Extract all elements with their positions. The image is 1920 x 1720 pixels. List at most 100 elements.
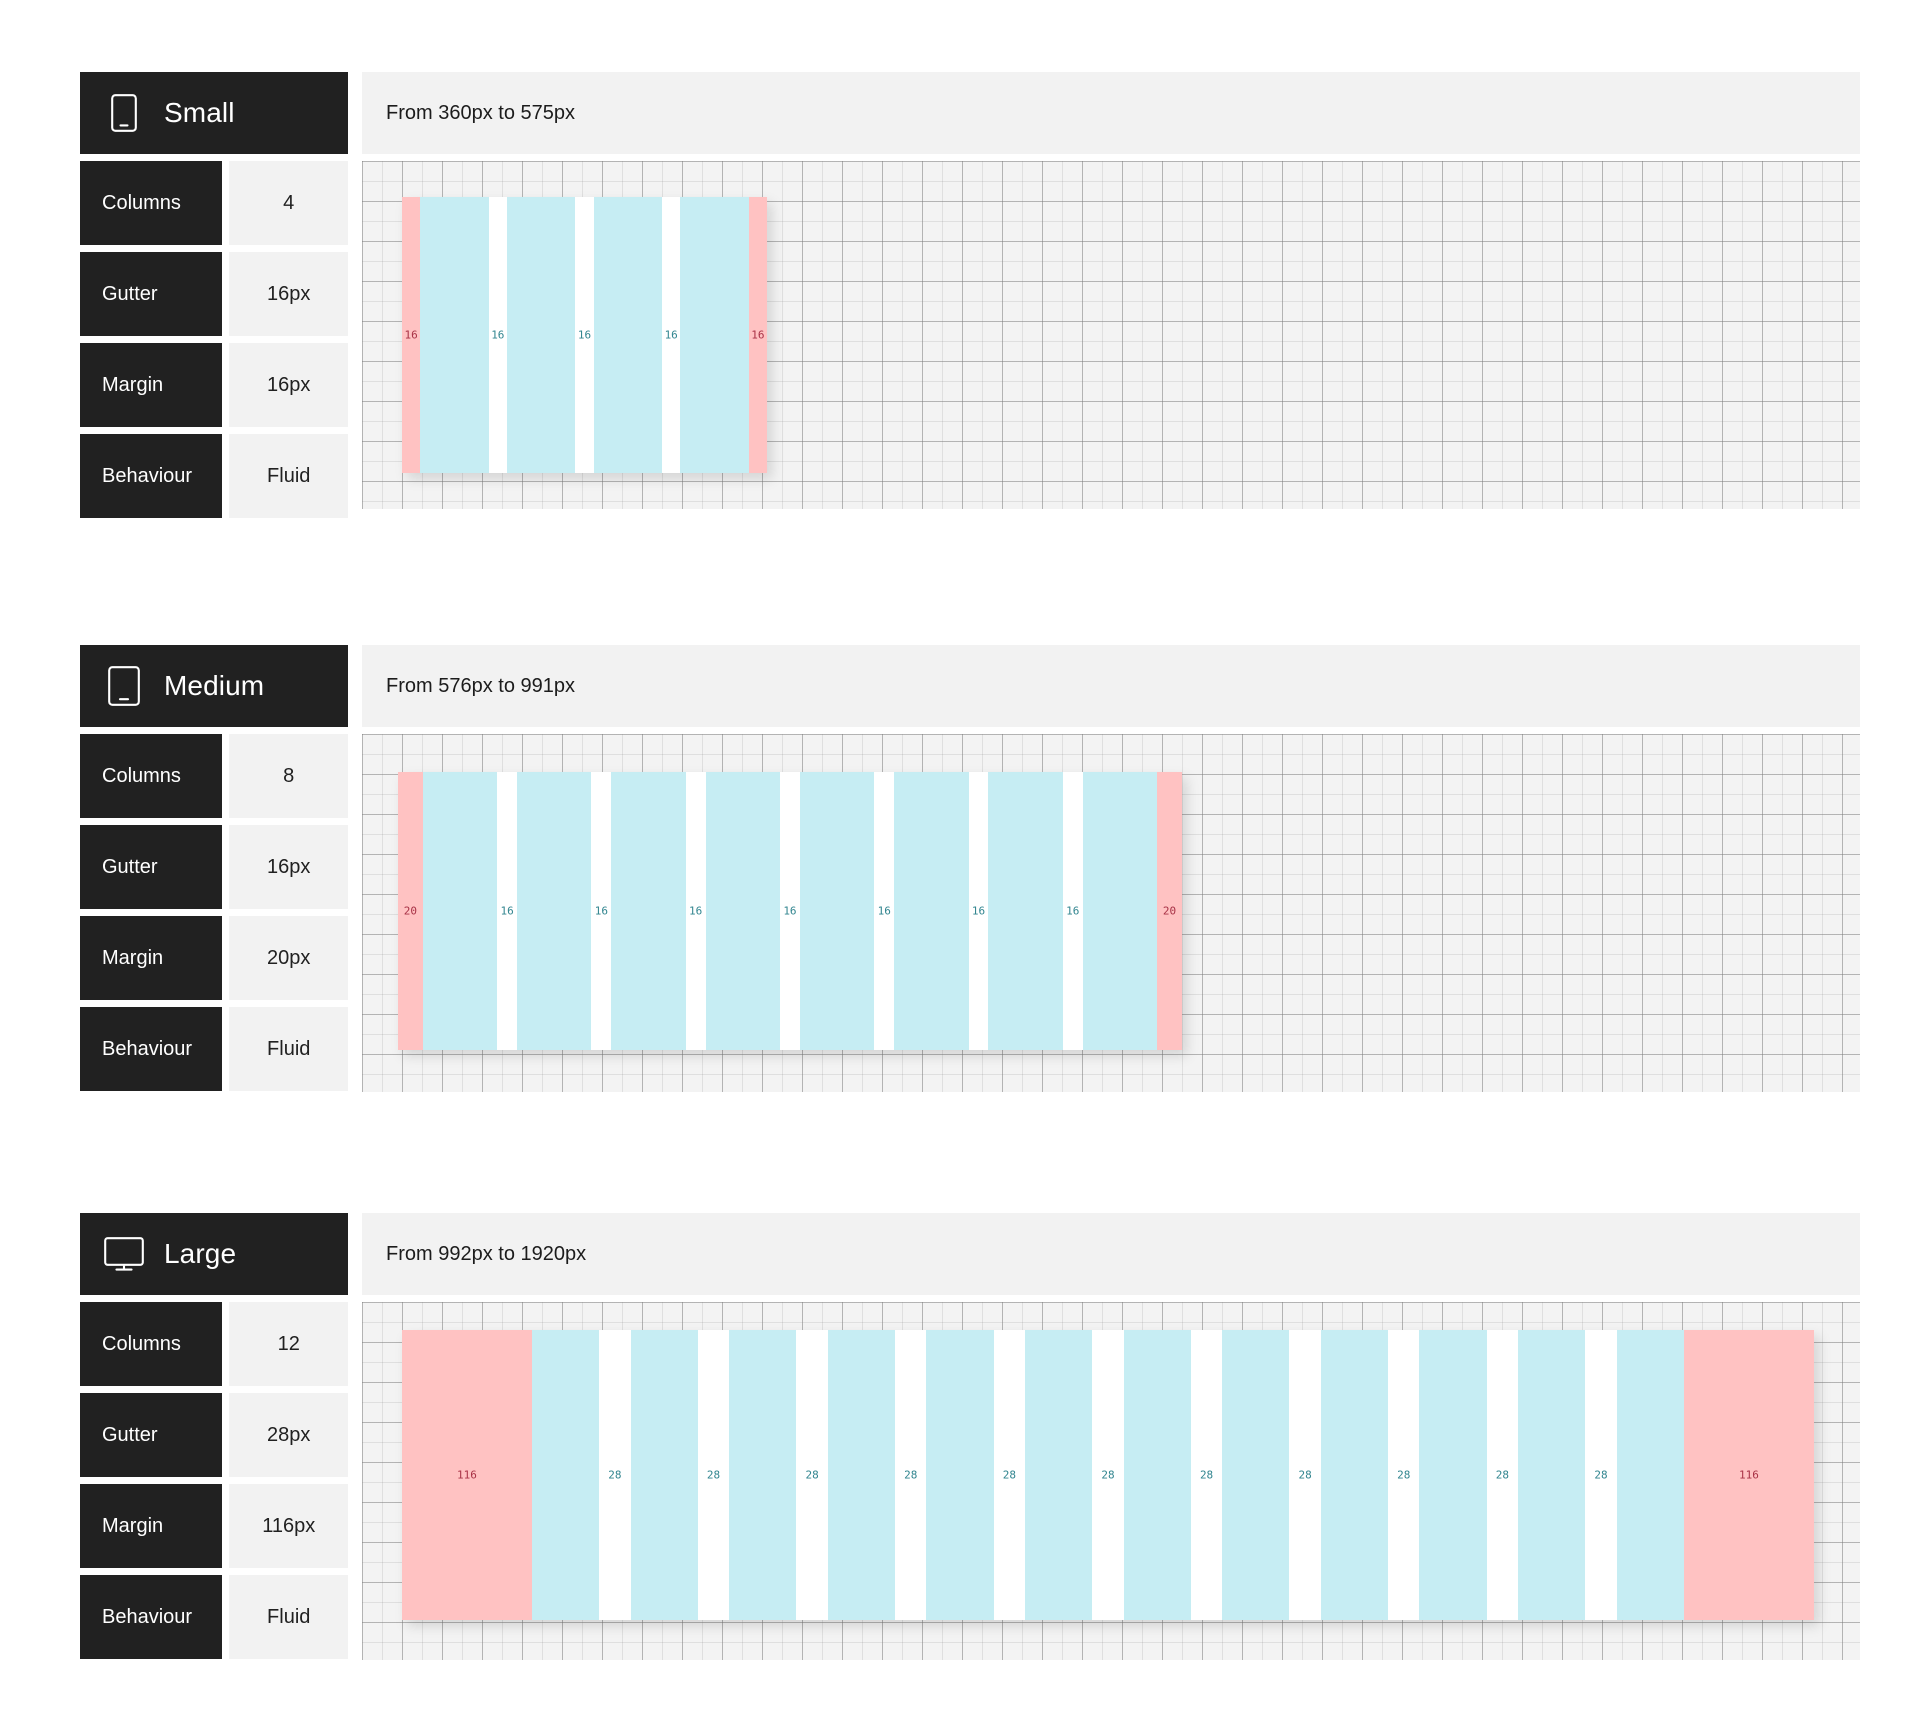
spec-row: Gutter 16px bbox=[80, 252, 348, 336]
grid-gutter: 28 bbox=[895, 1330, 927, 1620]
grid-gutter: 28 bbox=[1585, 1330, 1617, 1620]
grid-margin-right: 16 bbox=[748, 197, 767, 473]
spec-table-large: Large Columns 12 Gutter 28px Margin 116px Behav… bbox=[80, 1213, 348, 1666]
grid-column bbox=[630, 1330, 698, 1620]
grid-gutter: 28 bbox=[599, 1330, 631, 1620]
gutter-measure-label: 16 bbox=[577, 328, 592, 342]
gutter-measure-label: 28 bbox=[1002, 1468, 1016, 1482]
breakpoint-range-label: From 360px to 575px bbox=[362, 72, 1860, 154]
gutter-measure-label: 16 bbox=[1066, 904, 1080, 918]
grid-columns-strip: 16 16 16 16 16 bbox=[402, 197, 767, 473]
spec-row: Columns 8 bbox=[80, 734, 348, 818]
grid-gutter: 16 bbox=[662, 197, 681, 473]
grid-column bbox=[894, 772, 969, 1050]
grid-gutter: 16 bbox=[497, 772, 518, 1050]
gutter-measure-label: 28 bbox=[1101, 1468, 1115, 1482]
spec-header-medium: Medium bbox=[80, 645, 348, 727]
grid-column bbox=[517, 772, 592, 1050]
spec-row: Margin 20px bbox=[80, 916, 348, 1000]
spec-row-key: Gutter bbox=[80, 252, 223, 336]
grid-margin-left: 20 bbox=[398, 772, 423, 1050]
grid-column bbox=[611, 772, 686, 1050]
margin-measure-label: 116 bbox=[1738, 1468, 1759, 1482]
gutter-measure-label: 16 bbox=[664, 328, 678, 342]
spec-row-value: 12 bbox=[229, 1302, 348, 1386]
grid-gutter: 16 bbox=[874, 772, 895, 1050]
gutter-measure-label: 16 bbox=[491, 328, 505, 342]
margin-measure-label: 16 bbox=[404, 328, 418, 342]
spec-row: Columns 4 bbox=[80, 161, 348, 245]
spec-row-key: Behaviour bbox=[80, 1007, 223, 1091]
grid-columns-strip: 116 28 28 28 28 28 28 28 28 28 28 28 116 bbox=[402, 1330, 1814, 1620]
grid-column bbox=[1419, 1330, 1487, 1620]
grid-gutter: 28 bbox=[1190, 1330, 1223, 1620]
grid-gutter: 16 bbox=[685, 772, 706, 1050]
breakpoint-name: Medium bbox=[164, 670, 265, 701]
grid-columns-strip: 20 16 16 16 16 16 16 16 20 bbox=[398, 772, 1182, 1050]
spec-row-value: 16px bbox=[229, 252, 348, 336]
grid-column bbox=[1082, 772, 1158, 1050]
grid-demo-small: From 360px to 575px 16 16 16 16 16 bbox=[362, 72, 1860, 509]
grid-gutter: 28 bbox=[993, 1330, 1026, 1620]
spec-row-value: 4 bbox=[229, 161, 348, 245]
spec-row: Margin 16px bbox=[80, 343, 348, 427]
spec-row: Behaviour Fluid bbox=[80, 1575, 348, 1659]
tablet-icon bbox=[104, 666, 144, 706]
margin-measure-label: 20 bbox=[1162, 904, 1177, 918]
spec-row-value: 28px bbox=[229, 1393, 348, 1477]
spec-header-small: Small bbox=[80, 72, 348, 154]
grid-column bbox=[1025, 1330, 1093, 1620]
grid-demo-medium: From 576px to 991px 20 16 16 16 16 16 16 16 20 bbox=[362, 645, 1860, 1092]
gutter-measure-label: 16 bbox=[783, 904, 797, 918]
grid-column bbox=[593, 197, 663, 473]
gutter-measure-label: 16 bbox=[877, 904, 891, 918]
spec-row: Behaviour Fluid bbox=[80, 434, 348, 518]
gutter-measure-label: 28 bbox=[608, 1468, 622, 1482]
spec-header-large: Large bbox=[80, 1213, 348, 1295]
grid-column bbox=[420, 197, 489, 473]
grid-column bbox=[827, 1330, 896, 1620]
spec-row-value: 8 bbox=[229, 734, 348, 818]
breakpoint-range-label: From 576px to 991px bbox=[362, 645, 1860, 727]
spec-row-value: 116px bbox=[229, 1484, 348, 1568]
breakpoint-range-label: From 992px to 1920px bbox=[362, 1213, 1860, 1295]
grid-column bbox=[705, 772, 781, 1050]
spec-row-value: Fluid bbox=[229, 1575, 348, 1659]
phone-icon-svg bbox=[111, 94, 137, 132]
spec-row: Behaviour Fluid bbox=[80, 1007, 348, 1091]
spec-table-medium: Medium Columns 8 Gutter 16px Margin 20px Behavi… bbox=[80, 645, 348, 1098]
spec-table-small: Small Columns 4 Gutter 16px Margin 16px Behavio… bbox=[80, 72, 348, 525]
phone-icon bbox=[104, 93, 144, 133]
grid-column bbox=[680, 197, 749, 473]
grid-column bbox=[506, 197, 576, 473]
grid-gutter: 16 bbox=[575, 197, 594, 473]
grid-margin-left: 16 bbox=[402, 197, 421, 473]
spec-row: Gutter 28px bbox=[80, 1393, 348, 1477]
spec-row-key: Behaviour bbox=[80, 434, 223, 518]
spec-row-key: Gutter bbox=[80, 825, 223, 909]
grid-column bbox=[799, 772, 875, 1050]
spec-row-key: Behaviour bbox=[80, 1575, 223, 1659]
grid-gutter: 16 bbox=[591, 772, 612, 1050]
gutter-measure-label: 28 bbox=[1397, 1468, 1411, 1482]
grid-column bbox=[1518, 1330, 1586, 1620]
graph-paper-canvas: 20 16 16 16 16 16 16 16 20 bbox=[362, 734, 1860, 1092]
grid-gutter: 28 bbox=[1289, 1330, 1321, 1620]
gutter-measure-label: 16 bbox=[594, 904, 609, 918]
breakpoint-name: Small bbox=[164, 97, 235, 128]
gutter-measure-label: 28 bbox=[1298, 1468, 1312, 1482]
spec-row-value: Fluid bbox=[229, 434, 348, 518]
grid-column bbox=[422, 772, 498, 1050]
breakpoint-name: Large bbox=[164, 1238, 237, 1269]
monitor-icon bbox=[104, 1234, 144, 1274]
grid-column bbox=[1123, 1330, 1191, 1620]
margin-measure-label: 16 bbox=[751, 328, 765, 342]
spec-row: Margin 116px bbox=[80, 1484, 348, 1568]
spec-row-value: 16px bbox=[229, 343, 348, 427]
spec-row: Gutter 16px bbox=[80, 825, 348, 909]
spec-row-key: Margin bbox=[80, 1484, 223, 1568]
gutter-measure-label: 16 bbox=[689, 904, 703, 918]
gutter-measure-label: 28 bbox=[1594, 1468, 1608, 1482]
gutter-measure-label: 16 bbox=[971, 904, 986, 918]
grid-gutter: 16 bbox=[1062, 772, 1083, 1050]
